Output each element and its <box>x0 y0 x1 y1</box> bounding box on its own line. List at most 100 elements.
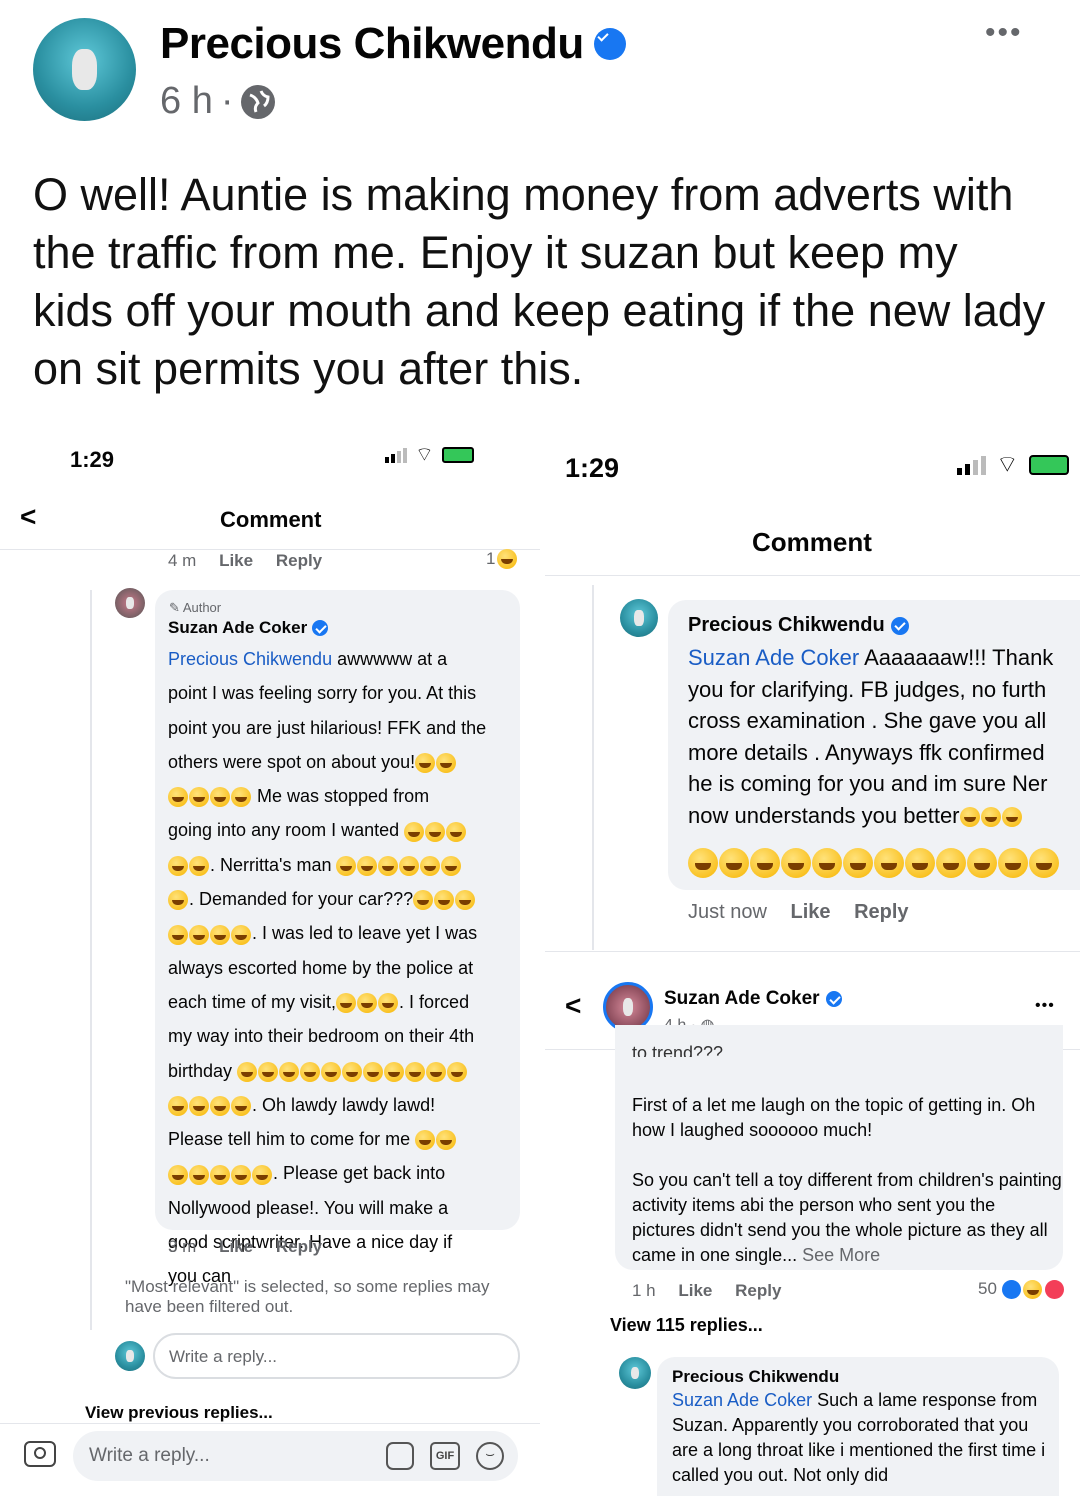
laughing-emoji-icon <box>168 856 188 877</box>
right-comment1-bubble: Precious Chikwendu Suzan Ade Coker Aaaaa… <box>668 600 1080 890</box>
left-top-time[interactable]: 4 m <box>168 551 196 570</box>
left-comment-reply[interactable]: Reply <box>276 1237 322 1256</box>
left-comment-text: . Oh lawdy lawdy lawd! <box>252 1094 436 1115</box>
laughing-emoji-icon <box>189 787 209 808</box>
right-body-meta: 1 h Like Reply <box>632 1281 799 1301</box>
pencil-icon: ✎ <box>169 600 180 615</box>
right-comment2-avatar[interactable] <box>619 1357 651 1389</box>
right-comment1-like[interactable]: Like <box>791 901 831 923</box>
laughing-emoji-icon <box>426 1061 447 1082</box>
view-previous-replies[interactable]: View previous replies... <box>85 1403 273 1423</box>
laughing-emoji-icon <box>436 753 457 774</box>
laughing-emoji-icon <box>399 856 420 877</box>
left-comment-text: point I was feeling sorry for you. At th… <box>168 683 477 704</box>
left-bottom-divider <box>0 1423 540 1424</box>
post-author-name[interactable]: Precious Chikwendu <box>160 19 584 69</box>
emoji-icon[interactable]: ⌣ <box>476 1442 504 1470</box>
right-body-time[interactable]: 1 h <box>632 1281 656 1300</box>
left-top-reply[interactable]: Reply <box>276 551 322 570</box>
left-comment-like[interactable]: Like <box>219 1237 253 1256</box>
left-top-like[interactable]: Like <box>219 551 253 570</box>
left-comment-author[interactable]: Suzan Ade Coker <box>168 618 307 638</box>
right-reaction-count: 50 <box>978 1279 997 1298</box>
globe-icon <box>241 84 276 119</box>
laughing-emoji-icon <box>446 821 467 842</box>
left-comment-line: Precious Chikwendu awwwww at a <box>168 642 513 676</box>
right-post-author[interactable]: Suzan Ade Coker <box>664 988 820 1010</box>
laughing-emoji-icon <box>168 924 188 945</box>
right-comment1-reply[interactable]: Reply <box>854 901 908 923</box>
left-comment-text: going into any room I wanted <box>168 820 405 841</box>
battery-icon <box>441 447 474 463</box>
right-comment2-mention[interactable]: Suzan Ade Coker <box>672 1390 812 1410</box>
right-body-reactions[interactable]: 50 <box>978 1279 1064 1299</box>
laughing-emoji-icon <box>425 821 446 842</box>
left-comment-text: my way into their bedroom on their 4th <box>168 1026 475 1047</box>
right-comment1-line: now understands you better <box>688 800 1080 832</box>
see-more-link[interactable]: See More <box>802 1245 880 1265</box>
right-post-more-button[interactable]: ••• <box>1035 997 1055 1015</box>
left-comment-line: Please tell him to come for me <box>168 1122 513 1156</box>
laughing-emoji-icon <box>874 848 904 878</box>
sticker-icon[interactable] <box>386 1442 414 1470</box>
left-comment-text: . Nerritta's man <box>210 854 337 875</box>
right-comment1-text: now understands you better <box>688 802 960 828</box>
right-comment1-line: Suzan Ade Coker Aaaaaaaw!!! Thank <box>688 642 1080 674</box>
left-screenshot: 1:29 ⌔ < Comment 4 m Like Reply 1 ✎ Auth… <box>0 425 540 1496</box>
verified-badge-icon <box>312 620 329 636</box>
post-time-separator: · <box>220 80 234 122</box>
right-comment1-time[interactable]: Just now <box>688 901 767 923</box>
right-status-time: 1:29 <box>565 453 620 483</box>
laughing-emoji-icon <box>252 1164 272 1185</box>
laughing-emoji-icon <box>967 848 997 878</box>
laughing-emoji-icon <box>357 856 378 877</box>
left-comment-text: Nollywood please!. You will make a <box>168 1197 449 1218</box>
right-comment2-author[interactable]: Precious Chikwendu <box>672 1367 839 1387</box>
left-comment-line: . Nerritta's man <box>168 848 513 882</box>
right-comment1-avatar[interactable] <box>620 599 658 637</box>
left-comment-time[interactable]: 3 m <box>168 1237 196 1256</box>
right-body-like[interactable]: Like <box>678 1281 712 1300</box>
left-comment-author-row: Suzan Ade Coker <box>168 618 329 638</box>
gif-icon[interactable]: GIF <box>430 1442 460 1470</box>
left-comment-line: . Please get back into <box>168 1156 513 1190</box>
left-comment-text: . I was led to leave yet I was <box>252 923 478 944</box>
laughing-emoji-icon <box>189 1096 209 1117</box>
bottom-reply-input[interactable]: Write a reply... GIF ⌣ <box>73 1431 518 1481</box>
laughing-emoji-icon <box>231 924 251 945</box>
battery-icon <box>1028 455 1069 475</box>
laughing-emoji-icon <box>189 924 209 945</box>
right-comment1-line: cross examination . She gave you all <box>688 705 1080 737</box>
left-comment-text: point you are just hilarious! FFK and th… <box>168 717 487 738</box>
left-comment-text: each time of my visit, <box>168 991 337 1012</box>
left-top-reaction[interactable]: 1 <box>486 549 518 569</box>
mention-link[interactable]: Precious Chikwendu <box>168 649 332 669</box>
left-comment-line: birthday <box>168 1054 513 1088</box>
mention-link[interactable]: Suzan Ade Coker <box>688 645 859 670</box>
post-time[interactable]: 6 h <box>160 80 213 123</box>
right-comment1-author[interactable]: Precious Chikwendu <box>688 614 885 637</box>
left-comment-line: others were spot on about you! <box>168 745 513 779</box>
left-comment-text: Please tell him to come for me <box>168 1129 416 1150</box>
camera-icon[interactable] <box>24 1441 56 1467</box>
filter-note: "Most relevant" is selected, so some rep… <box>125 1277 490 1316</box>
view-replies-link[interactable]: View 115 replies... <box>610 1315 763 1336</box>
left-back-button[interactable]: < <box>20 501 36 533</box>
laughing-emoji-icon <box>168 787 188 808</box>
laughing-emoji-icon <box>378 856 399 877</box>
left-comment-avatar[interactable] <box>115 588 145 618</box>
laughing-emoji-icon <box>405 1061 426 1082</box>
verified-badge-icon <box>593 28 626 60</box>
right-comment1-line: more details . Anyways ffk confirmed <box>688 737 1080 769</box>
left-comment-text: . I forced <box>399 991 470 1012</box>
right-body-reply[interactable]: Reply <box>735 1281 781 1300</box>
right-comment1-text: more details . Anyways ffk confirmed <box>688 739 1045 765</box>
laughing-emoji-icon <box>210 924 230 945</box>
verified-badge-icon <box>825 991 842 1007</box>
laughing-emoji-icon <box>781 848 811 878</box>
left-reply-input[interactable]: Write a reply... <box>153 1333 520 1379</box>
post-more-button[interactable]: ••• <box>985 16 1023 50</box>
post-author-avatar[interactable] <box>33 18 136 121</box>
right-back-button[interactable]: < <box>565 990 581 1022</box>
laughing-emoji-icon <box>420 856 441 877</box>
